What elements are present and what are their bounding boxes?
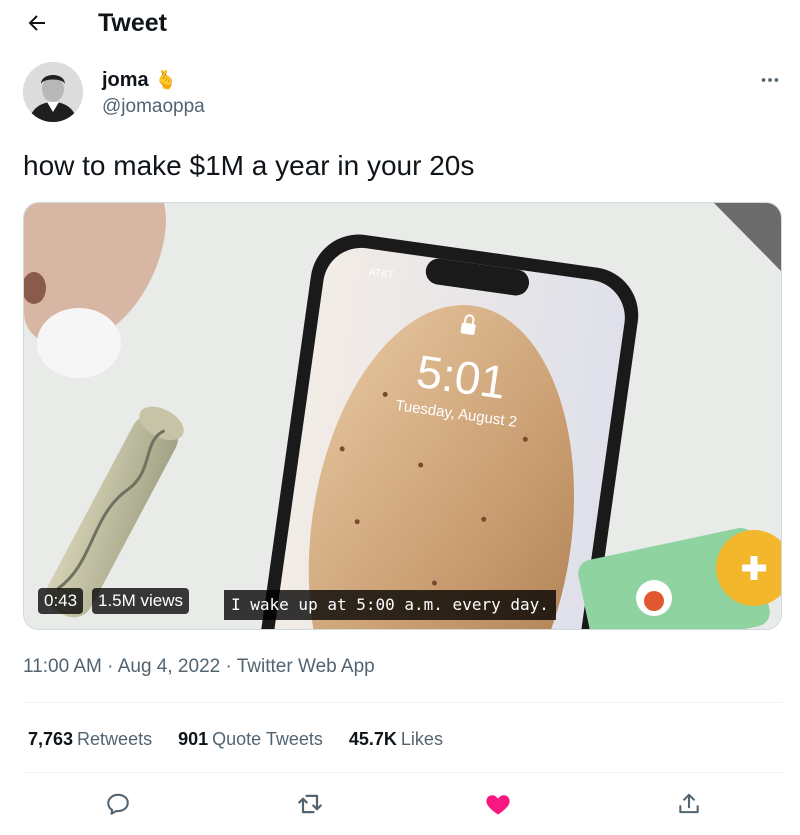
video-player[interactable]: 5:01 Tuesday, August 2 AT&T <box>23 202 782 630</box>
tweet-stats: 7,763 Retweets 901 Quote Tweets 45.7K Likes <box>28 726 443 752</box>
arrow-left-icon <box>28 15 45 31</box>
more-dots-icon <box>761 78 779 82</box>
video-duration-badge: 0:43 <box>38 588 84 614</box>
divider <box>23 772 782 773</box>
likes-count: 45.7K <box>348 729 397 749</box>
likes-stat[interactable]: 45.7K Likes <box>349 726 443 752</box>
share-button[interactable] <box>671 786 707 822</box>
retweets-count: 7,763 <box>28 729 74 749</box>
retweets-stat[interactable]: 7,763 Retweets <box>28 726 152 752</box>
video-thumbnail: 5:01 Tuesday, August 2 AT&T <box>24 203 781 629</box>
like-button[interactable] <box>480 786 516 822</box>
video-views-badge: 1.5M views <box>92 588 190 614</box>
retweet-button[interactable] <box>292 786 328 822</box>
quote-tweets-stat[interactable]: 901 Quote Tweets <box>178 726 323 752</box>
tweet-header: Tweet <box>0 0 800 48</box>
retweet-icon <box>298 794 322 814</box>
meta-separator: · <box>101 656 118 677</box>
quote-tweets-count: 901 <box>178 729 209 749</box>
tweet-meta: 11:00 AM · Aug 4, 2022 · Twitter Web App <box>23 654 375 680</box>
tweet-time[interactable]: 11:00 AM <box>23 656 102 677</box>
back-button[interactable] <box>22 8 52 38</box>
reply-button[interactable] <box>100 786 136 822</box>
share-icon <box>679 793 699 814</box>
more-options-button[interactable] <box>756 66 784 94</box>
tweet-text: how to make $1M a year in your 20s <box>23 150 475 181</box>
video-caption: I wake up at 5:00 a.m. every day. <box>224 590 556 620</box>
hand-emoji-icon: 🫰 <box>154 70 178 90</box>
reply-icon <box>107 793 129 815</box>
tweet-date[interactable]: Aug 4, 2022 <box>118 656 220 677</box>
retweets-label: Retweets <box>77 729 153 749</box>
like-icon <box>486 795 510 815</box>
author-name-text: joma <box>102 69 149 91</box>
tweet-source[interactable]: Twitter Web App <box>237 656 375 677</box>
author-name[interactable]: joma 🫰 <box>102 67 177 93</box>
divider <box>23 702 782 703</box>
avatar[interactable] <box>23 62 83 122</box>
meta-separator: · <box>220 656 237 677</box>
quote-tweets-label: Quote Tweets <box>212 729 323 749</box>
page-title: Tweet <box>98 9 167 37</box>
likes-label: Likes <box>400 729 443 749</box>
author-handle[interactable]: @jomaoppa <box>102 95 205 119</box>
